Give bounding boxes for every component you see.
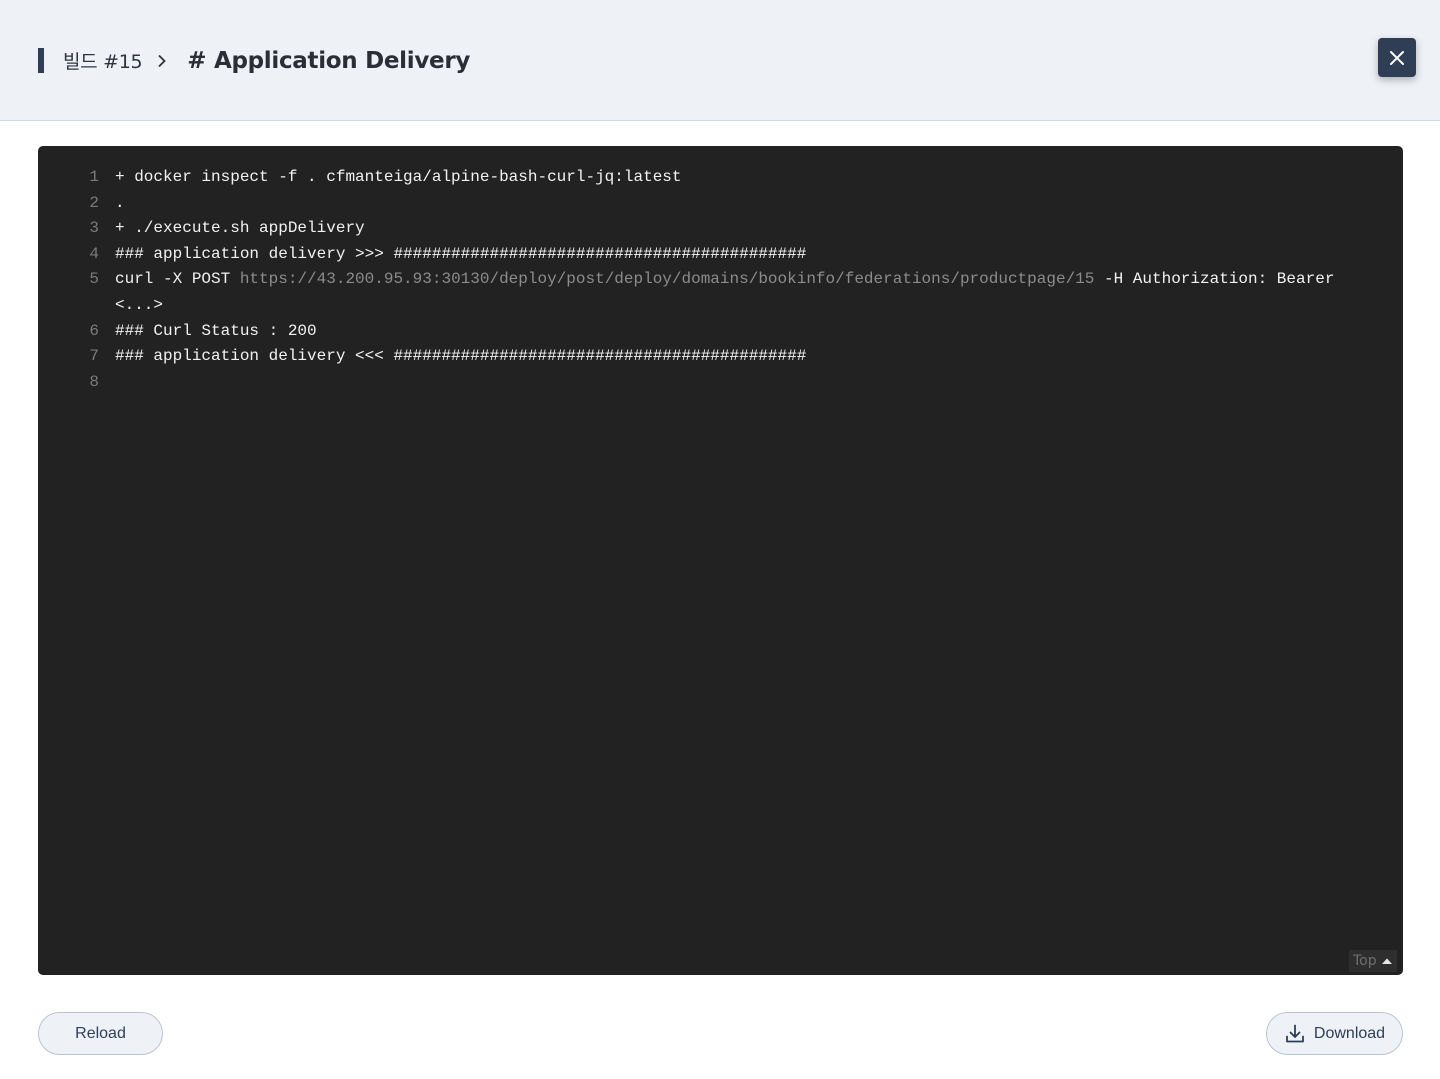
reload-button[interactable]: Reload	[38, 1012, 163, 1055]
line-text: curl -X POST https://43.200.95.93:30130/…	[115, 267, 1365, 318]
line-number: 2	[89, 193, 99, 212]
page-title: # Application Delivery	[187, 47, 471, 74]
line-text: ### application delivery <<< ###########…	[115, 347, 807, 366]
line-text: + ./execute.sh appDelivery	[115, 219, 365, 238]
line-number: 3	[89, 219, 99, 238]
download-button[interactable]: Download	[1266, 1012, 1403, 1055]
log-line: 2 .	[38, 191, 1403, 217]
line-number: 6	[89, 321, 99, 340]
line-number: 4	[89, 244, 99, 263]
chevron-right-icon	[157, 54, 167, 68]
close-icon	[1390, 50, 1404, 65]
log-line: 7 ### application delivery <<< #########…	[38, 344, 1403, 370]
log-lines: 1 + docker inspect -f . cfmanteiga/alpin…	[38, 165, 1403, 395]
line-text	[115, 370, 1365, 396]
download-icon	[1286, 1024, 1304, 1042]
line-text: .	[115, 193, 125, 212]
line-number: 5	[89, 270, 99, 289]
line-text: ### Curl Status : 200	[115, 321, 317, 340]
curl-command: curl -X POST	[115, 270, 240, 289]
scroll-top-label: Top	[1353, 953, 1377, 969]
close-button[interactable]	[1378, 38, 1416, 77]
log-console[interactable]: 1 + docker inspect -f . cfmanteiga/alpin…	[38, 146, 1403, 975]
log-line: 6 ### Curl Status : 200	[38, 319, 1403, 345]
scroll-top-button[interactable]: Top	[1349, 950, 1397, 972]
line-number: 7	[89, 347, 99, 366]
log-line: 5 curl -X POST https://43.200.95.93:3013…	[38, 267, 1403, 318]
reload-label: Reload	[75, 1024, 126, 1042]
log-line: 1 + docker inspect -f . cfmanteiga/alpin…	[38, 165, 1403, 191]
log-line: 3 + ./execute.sh appDelivery	[38, 216, 1403, 242]
breadcrumb-build[interactable]: 빌드 #15	[63, 47, 143, 74]
line-text: ### application delivery >>> ###########…	[115, 244, 807, 263]
line-number: 8	[89, 372, 99, 391]
line-number: 1	[89, 168, 99, 186]
log-line: 8	[38, 370, 1403, 396]
breadcrumb: 빌드 #15 # Application Delivery	[38, 47, 471, 74]
caret-up-icon	[1381, 958, 1392, 964]
line-text: + docker inspect -f . cfmanteiga/alpine-…	[115, 168, 682, 186]
download-label: Download	[1313, 1024, 1386, 1042]
log-line: 4 ### application delivery >>> #########…	[38, 242, 1403, 268]
breadcrumb-accent-bar	[38, 48, 44, 73]
modal-header: 빌드 #15 # Application Delivery	[0, 0, 1440, 121]
request-url: https://43.200.95.93:30130/deploy/post/d…	[239, 270, 1095, 289]
